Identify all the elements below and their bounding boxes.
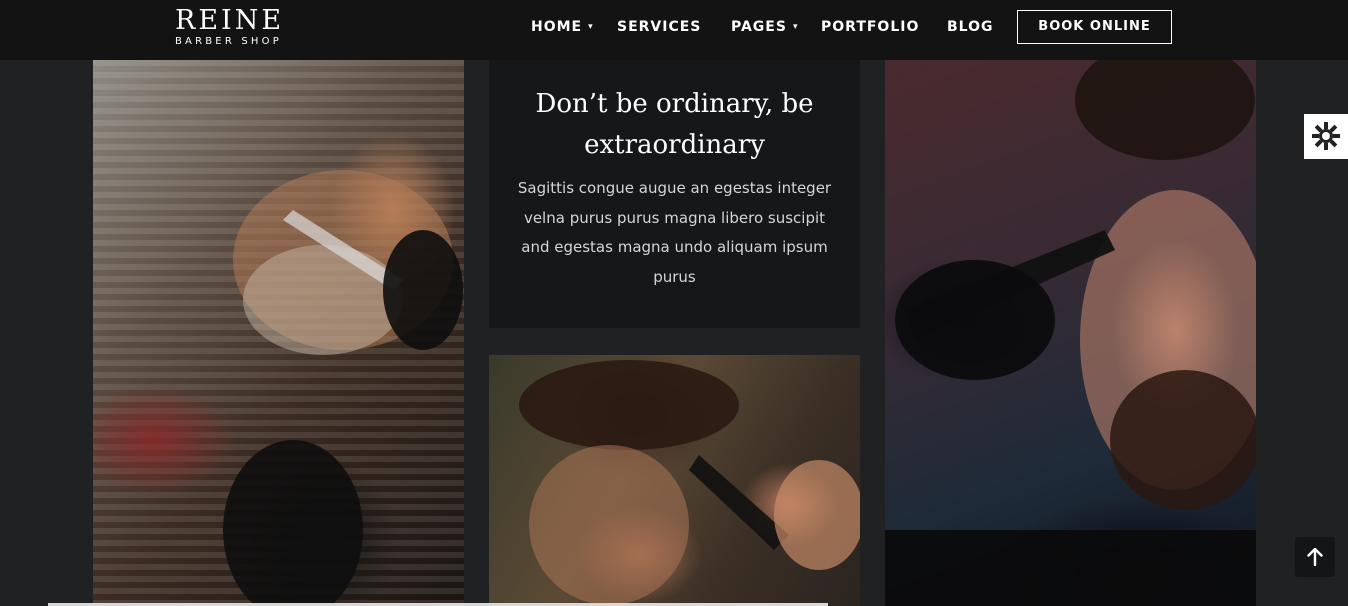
nav-item-pages[interactable]: PAGES ▾	[731, 19, 798, 35]
brand-name: REINE	[175, 5, 285, 36]
nav-item-services[interactable]: SERVICES	[617, 19, 701, 35]
feature-body: Sagittis congue augue an egestas integer…	[517, 179, 832, 286]
shave-photo-illustration	[223, 170, 463, 606]
back-to-top-button[interactable]	[1295, 537, 1335, 577]
site-header: REINE BARBER SHOP HOME ▾ SERVICES PAGES ▾ …	[0, 0, 1348, 60]
brand-logo[interactable]: REINE BARBER SHOP	[175, 6, 305, 48]
nav-item-label: PAGES	[731, 19, 787, 35]
arrow-up-icon	[1307, 548, 1323, 566]
clipper-photo-illustration	[885, 60, 1256, 606]
nav-item-label: BLOG	[947, 19, 994, 35]
brand-tagline: BARBER SHOP	[175, 36, 282, 47]
book-online-button[interactable]: BOOK ONLINE	[1017, 10, 1172, 44]
nav-item-portfolio[interactable]: PORTFOLIO	[821, 19, 919, 35]
chevron-down-icon: ▾	[792, 22, 799, 32]
trim-photo-illustration	[519, 360, 860, 605]
barber-trim-photo	[489, 355, 860, 606]
barber-shave-photo	[93, 60, 464, 606]
nav-item-label: PORTFOLIO	[821, 19, 920, 35]
nav-item-home[interactable]: HOME ▾	[531, 19, 594, 35]
nav-item-label: HOME	[531, 19, 583, 35]
gear-icon	[1312, 122, 1340, 150]
chevron-down-icon: ▾	[588, 22, 594, 32]
nav-item-label: SERVICES	[617, 19, 702, 35]
settings-toggle-button[interactable]	[1304, 114, 1348, 159]
feature-card: Don’t be ordinary, be extraordinary Sagi…	[489, 60, 860, 328]
nav-item-blog[interactable]: BLOG	[947, 19, 994, 35]
barber-clipper-photo	[885, 60, 1256, 606]
feature-title: Don’t be ordinary, be extraordinary	[535, 89, 814, 160]
